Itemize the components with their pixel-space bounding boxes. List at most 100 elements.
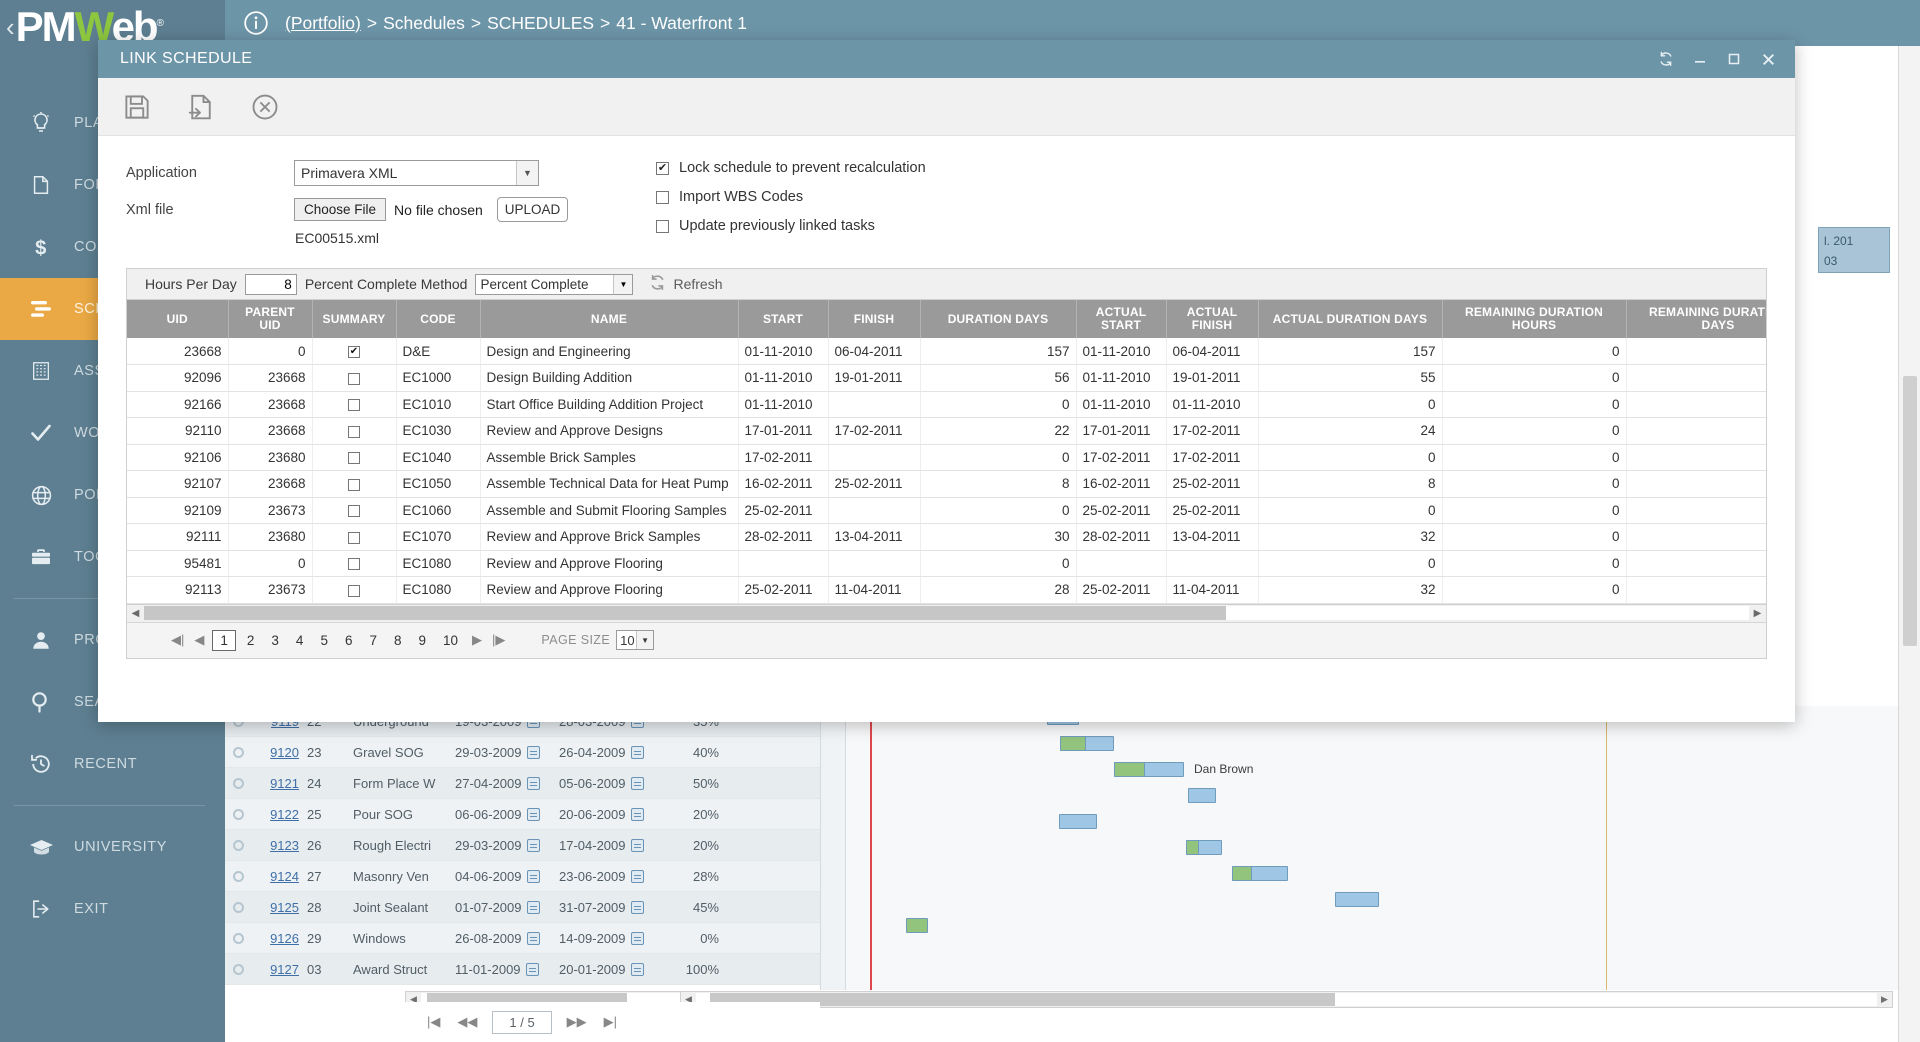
table-row[interactable]: 9210623680EC1040Assemble Brick Samples17… [127, 444, 1766, 471]
row-id-link[interactable]: 9124 [251, 869, 299, 884]
column-header-actual-start[interactable]: ACTUAL START [1076, 300, 1166, 338]
pager-page-2[interactable]: 2 [241, 632, 261, 649]
calendar-icon[interactable] [631, 963, 644, 976]
checkbox-box[interactable]: ✔ [656, 162, 669, 175]
row-select-radio[interactable] [225, 871, 251, 882]
column-header-duration-days[interactable]: DURATION DAYS [920, 300, 1076, 338]
checkbox-option-1[interactable]: ✔Lock schedule to prevent recalculation [656, 160, 926, 176]
pager-next-button[interactable]: ▶ [470, 632, 484, 648]
pager-first-button[interactable]: ◀| [169, 632, 186, 648]
calendar-icon[interactable] [527, 839, 540, 852]
choose-file-button[interactable]: Choose File [294, 198, 386, 221]
sidebar-collapse-icon[interactable]: ‹ [6, 12, 15, 43]
pager-prev-button[interactable]: ◀ [192, 632, 206, 648]
pager-page-4[interactable]: 4 [290, 632, 310, 649]
pager-page-10[interactable]: 10 [437, 632, 464, 649]
cell-summary[interactable] [312, 497, 396, 524]
cell-summary[interactable] [312, 550, 396, 577]
info-icon[interactable] [243, 10, 269, 36]
calendar-icon[interactable] [631, 932, 644, 945]
grid-horizontal-scrollbar[interactable]: ◀ ▶ [127, 604, 1766, 622]
calendar-icon[interactable] [527, 808, 540, 821]
background-table-row[interactable]: 912427Masonry Ven04-06-200923-06-200928% [225, 861, 820, 892]
sidebar-item-exit[interactable]: EXIT [0, 878, 225, 940]
checkbox-option-3[interactable]: Update previously linked tasks [656, 218, 926, 234]
row-select-radio[interactable] [225, 778, 251, 789]
calendar-icon[interactable] [631, 808, 644, 821]
pager-page-9[interactable]: 9 [413, 632, 433, 649]
column-header-parent-uid[interactable]: PARENT UID [228, 300, 312, 338]
column-header-finish[interactable]: FINISH [828, 300, 920, 338]
pager-page-7[interactable]: 7 [363, 632, 383, 649]
summary-checkbox[interactable] [348, 373, 360, 385]
cell-summary[interactable] [312, 471, 396, 498]
pager-page-3[interactable]: 3 [265, 632, 285, 649]
calendar-icon[interactable] [527, 777, 540, 790]
chevron-down-icon[interactable]: ▼ [613, 275, 632, 294]
cell-summary[interactable]: ✔ [312, 338, 396, 365]
calendar-icon[interactable] [631, 839, 644, 852]
row-select-radio[interactable] [225, 747, 251, 758]
row-id-link[interactable]: 9127 [251, 962, 299, 977]
pager-page-8[interactable]: 8 [388, 632, 408, 649]
table-row[interactable]: 954810EC1080Review and Approve Flooring0… [127, 550, 1766, 577]
column-header-summary[interactable]: SUMMARY [312, 300, 396, 338]
cell-summary[interactable] [312, 524, 396, 551]
calendar-icon[interactable] [631, 777, 644, 790]
calendar-icon[interactable] [527, 746, 540, 759]
cell-summary[interactable] [312, 577, 396, 604]
cell-summary[interactable] [312, 365, 396, 392]
refresh-icon[interactable] [1649, 44, 1683, 74]
calendar-icon[interactable] [631, 870, 644, 883]
background-table-row[interactable]: 912703Award Struct11-01-200920-01-200910… [225, 954, 820, 985]
row-id-link[interactable]: 9120 [251, 745, 299, 760]
application-select[interactable]: Primavera XML ▼ [294, 160, 539, 186]
calendar-icon[interactable] [527, 901, 540, 914]
row-id-link[interactable]: 9122 [251, 807, 299, 822]
chevron-down-icon[interactable]: ▼ [516, 161, 538, 185]
row-id-link[interactable]: 9121 [251, 776, 299, 791]
cell-summary[interactable] [312, 418, 396, 445]
breadcrumb-portfolio[interactable]: (Portfolio) [285, 13, 361, 34]
bg-pager-next[interactable]: ▶▶ [565, 1014, 589, 1030]
close-icon[interactable] [1751, 44, 1785, 74]
percent-complete-method-select[interactable]: Percent Complete ▼ [475, 274, 633, 295]
row-id-link[interactable]: 9123 [251, 838, 299, 853]
column-header-name[interactable]: NAME [480, 300, 738, 338]
calendar-icon[interactable] [631, 746, 644, 759]
bg-pager-prev[interactable]: ◀◀ [455, 1014, 479, 1030]
row-select-radio[interactable] [225, 933, 251, 944]
background-gantt-hscrollbar[interactable]: ◀ ▶ [680, 991, 1893, 1008]
background-table-row[interactable]: 912528Joint Sealant01-07-200931-07-20094… [225, 892, 820, 923]
pager-page-1[interactable]: 1 [212, 630, 236, 651]
pager-last-button[interactable]: |▶ [490, 632, 507, 648]
page-vertical-scrollbar[interactable] [1898, 46, 1920, 1042]
table-row[interactable]: 236680✔D&EDesign and Engineering01-11-20… [127, 338, 1766, 365]
row-select-radio[interactable] [225, 809, 251, 820]
hours-per-day-input[interactable] [245, 274, 297, 295]
column-header-uid[interactable]: UID [127, 300, 228, 338]
minimize-icon[interactable] [1683, 44, 1717, 74]
pager-page-5[interactable]: 5 [314, 632, 334, 649]
table-row[interactable]: 9211323673EC1080Review and Approve Floor… [127, 577, 1766, 604]
background-table-row[interactable]: 912326Rough Electri29-03-200917-04-20092… [225, 830, 820, 861]
page-size-select[interactable]: 10 ▼ [616, 630, 654, 650]
column-header-code[interactable]: CODE [396, 300, 480, 338]
cancel-button[interactable] [244, 86, 286, 128]
summary-checkbox[interactable] [348, 558, 360, 570]
summary-checkbox[interactable]: ✔ [348, 346, 360, 358]
column-header-remaining-duration-days[interactable]: REMAINING DURATION DAYS [1626, 300, 1766, 338]
background-table-row[interactable]: 912023Gravel SOG29-03-200926-04-200940% [225, 737, 820, 768]
maximize-icon[interactable] [1717, 44, 1751, 74]
row-id-link[interactable]: 9125 [251, 900, 299, 915]
summary-checkbox[interactable] [348, 585, 360, 597]
cell-summary[interactable] [312, 391, 396, 418]
table-row[interactable]: 9211023668EC1030Review and Approve Desig… [127, 418, 1766, 445]
calendar-icon[interactable] [527, 932, 540, 945]
summary-checkbox[interactable] [348, 452, 360, 464]
chevron-down-icon[interactable]: ▼ [636, 631, 653, 649]
summary-checkbox[interactable] [348, 479, 360, 491]
refresh-grid-button[interactable]: Refresh [649, 274, 722, 294]
save-button[interactable] [116, 86, 158, 128]
summary-checkbox[interactable] [348, 426, 360, 438]
